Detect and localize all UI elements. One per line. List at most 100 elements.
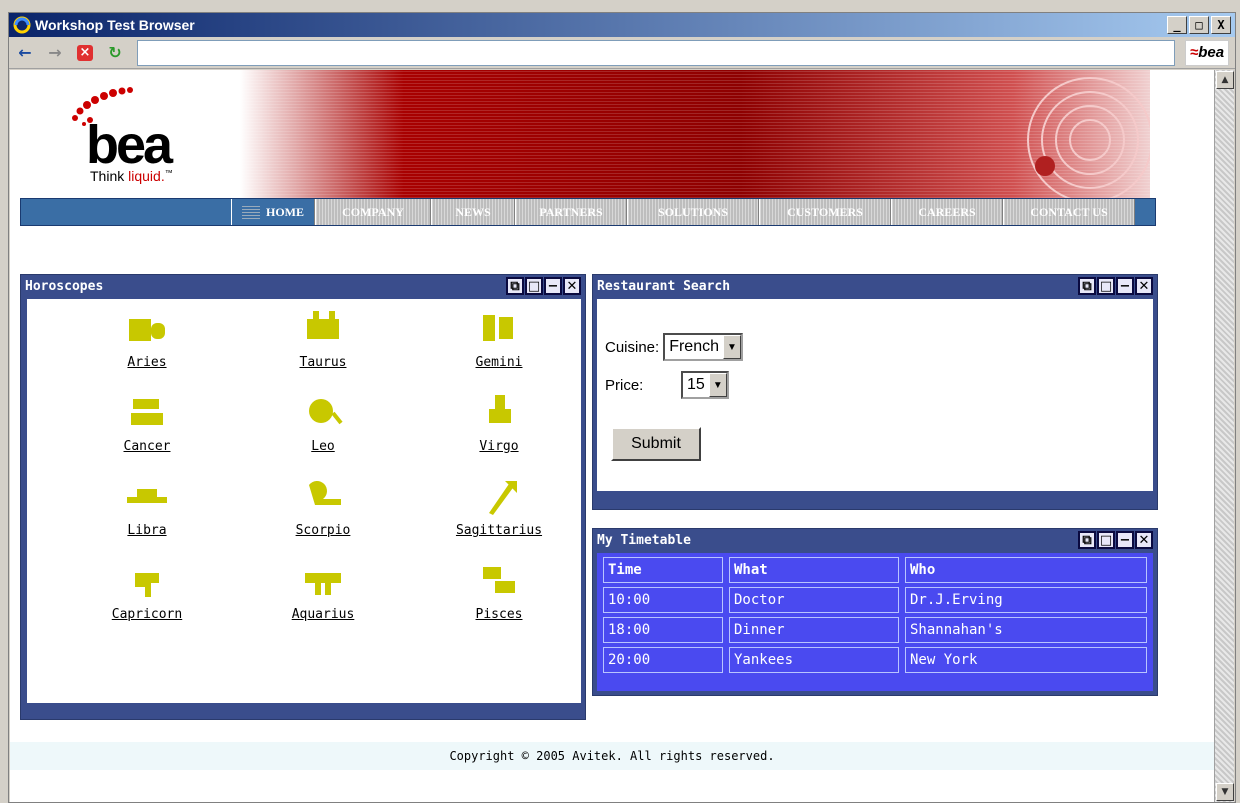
table-row: 20:00 Yankees New York xyxy=(603,647,1147,673)
restore-icon[interactable]: ⧉ xyxy=(506,277,524,295)
close-icon[interactable]: ✕ xyxy=(563,277,581,295)
nav-customers[interactable]: CUSTOMERS xyxy=(759,199,891,225)
sign-label[interactable]: Gemini xyxy=(476,355,523,370)
nav-news[interactable]: NEWS xyxy=(431,199,515,225)
maximize-icon[interactable]: □ xyxy=(525,277,543,295)
taurus-icon xyxy=(307,311,339,339)
sign-label[interactable]: Taurus xyxy=(300,355,347,370)
pisces-icon xyxy=(483,567,515,593)
nav-partners[interactable]: PARTNERS xyxy=(515,199,627,225)
table-cell: 18:00 xyxy=(603,617,723,643)
sign-leo[interactable]: Leo xyxy=(235,391,411,475)
close-button[interactable]: X xyxy=(1211,16,1231,34)
cancer-icon xyxy=(131,399,163,425)
minimize-icon[interactable]: − xyxy=(1116,277,1134,295)
sign-label[interactable]: Pisces xyxy=(476,607,523,622)
cuisine-label: Cuisine: xyxy=(605,338,660,356)
sign-label[interactable]: Aquarius xyxy=(292,607,355,622)
sign-capricorn[interactable]: Capricorn xyxy=(59,559,235,643)
chevron-down-icon: ▼ xyxy=(708,373,727,397)
address-bar[interactable] xyxy=(137,39,1175,66)
nav-contact-us[interactable]: CONTACT US xyxy=(1003,199,1135,225)
aquarius-icon xyxy=(305,573,341,595)
table-cell: Dinner xyxy=(729,617,899,643)
sign-pisces[interactable]: Pisces xyxy=(411,559,587,643)
stop-icon[interactable]: × xyxy=(75,43,95,63)
column-header: What xyxy=(729,557,899,583)
sign-sagittarius[interactable]: Sagittarius xyxy=(411,475,587,559)
table-cell: Dr.J.Erving xyxy=(905,587,1147,613)
sign-label[interactable]: Scorpio xyxy=(296,523,351,538)
table-cell: Doctor xyxy=(729,587,899,613)
sign-aries[interactable]: Aries xyxy=(59,307,235,391)
nav-company[interactable]: COMPANY xyxy=(315,199,431,225)
virgo-icon xyxy=(489,395,511,423)
sign-gemini[interactable]: Gemini xyxy=(411,307,587,391)
sign-virgo[interactable]: Virgo xyxy=(411,391,587,475)
forward-icon[interactable]: → xyxy=(45,43,65,63)
nav-careers[interactable]: CAREERS xyxy=(891,199,1003,225)
logo-word: bea xyxy=(86,115,173,175)
back-icon[interactable]: ← xyxy=(15,43,35,63)
restore-icon[interactable]: ⧉ xyxy=(1078,531,1096,549)
aries-icon xyxy=(129,319,165,341)
sign-taurus[interactable]: Taurus xyxy=(235,307,411,391)
sign-label[interactable]: Virgo xyxy=(479,439,518,454)
libra-icon xyxy=(127,489,167,503)
sign-label[interactable]: Leo xyxy=(311,439,334,454)
column-header: Time xyxy=(603,557,723,583)
minimize-button[interactable]: _ xyxy=(1167,16,1187,34)
close-icon[interactable]: ✕ xyxy=(1135,531,1153,549)
browser-icon xyxy=(13,16,31,34)
nav-solutions[interactable]: SOLUTIONS xyxy=(627,199,759,225)
sign-scorpio[interactable]: Scorpio xyxy=(235,475,411,559)
sign-label[interactable]: Libra xyxy=(127,523,166,538)
timetable-portlet: My Timetable ⧉ □ − ✕ Time What Who 10:00… xyxy=(592,528,1158,696)
cuisine-select[interactable]: French ▼ xyxy=(663,333,743,361)
restaurant-portlet: Restaurant Search ⧉ □ − ✕ Cuisine: Frenc… xyxy=(592,274,1158,510)
price-select[interactable]: 15 ▼ xyxy=(681,371,729,399)
restaurant-titlebar: Restaurant Search ⧉ □ − ✕ xyxy=(593,275,1157,297)
horoscopes-portlet: Horoscopes ⧉ □ − ✕ Aries Taurus Gemini Canc… xyxy=(20,274,586,720)
main-nav: HOME COMPANY NEWS PARTNERS SOLUTIONS CUS… xyxy=(20,198,1156,226)
leo-icon xyxy=(309,399,343,425)
sign-label[interactable]: Cancer xyxy=(124,439,171,454)
gemini-icon xyxy=(483,315,513,341)
capricorn-icon xyxy=(135,573,159,597)
sign-cancer[interactable]: Cancer xyxy=(59,391,235,475)
sagittarius-icon xyxy=(489,481,517,515)
nav-home[interactable]: HOME xyxy=(231,199,315,225)
table-row: 18:00 Dinner Shannahan's xyxy=(603,617,1147,643)
horoscopes-titlebar: Horoscopes ⧉ □ − ✕ xyxy=(21,275,585,297)
sign-libra[interactable]: Libra xyxy=(59,475,235,559)
sign-aquarius[interactable]: Aquarius xyxy=(235,559,411,643)
vertical-scrollbar[interactable]: ▲ ▼ xyxy=(1214,70,1234,802)
close-icon[interactable]: ✕ xyxy=(1135,277,1153,295)
bea-logo-icon: ≈ bea xyxy=(1185,39,1229,66)
timetable-table: Time What Who 10:00 Doctor Dr.J.Erving 1… xyxy=(597,553,1153,677)
minimize-icon[interactable]: − xyxy=(1116,531,1134,549)
minimize-icon[interactable]: − xyxy=(544,277,562,295)
maximize-icon[interactable]: □ xyxy=(1097,531,1115,549)
target-graphic-icon xyxy=(1027,77,1150,198)
sign-label[interactable]: Aries xyxy=(127,355,166,370)
sign-label[interactable]: Sagittarius xyxy=(456,523,542,538)
submit-button[interactable]: Submit xyxy=(611,427,701,461)
header-banner xyxy=(240,70,1150,198)
portlet-title: Horoscopes xyxy=(25,278,104,294)
maximize-icon[interactable]: □ xyxy=(1097,277,1115,295)
window-title: Workshop Test Browser xyxy=(35,17,195,33)
scroll-down-icon[interactable]: ▼ xyxy=(1216,783,1234,801)
page-footer: Copyright © 2005 Avitek. All rights rese… xyxy=(10,742,1214,770)
title-bar: Workshop Test Browser _ □ X xyxy=(9,13,1235,37)
table-cell: New York xyxy=(905,647,1147,673)
horoscopes-body: Aries Taurus Gemini Cancer Leo Virgo Libra Scor… xyxy=(27,299,581,703)
sign-label[interactable]: Capricorn xyxy=(112,607,182,622)
refresh-icon[interactable]: ↻ xyxy=(105,43,125,63)
site-header: bea Think liquid.™ xyxy=(10,70,1214,198)
restore-icon[interactable]: ⧉ xyxy=(1078,277,1096,295)
maximize-button[interactable]: □ xyxy=(1189,16,1209,34)
table-cell: Shannahan's xyxy=(905,617,1147,643)
scroll-up-icon[interactable]: ▲ xyxy=(1216,71,1234,89)
bea-logo[interactable]: bea Think liquid.™ xyxy=(50,86,200,186)
